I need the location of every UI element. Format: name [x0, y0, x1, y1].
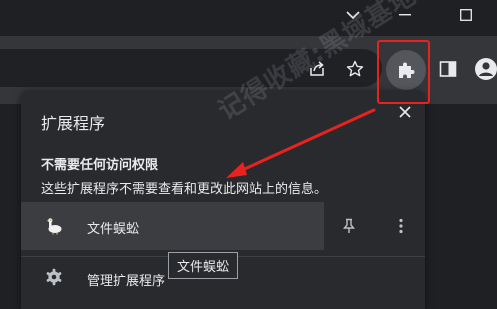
goose-icon	[45, 217, 63, 235]
pin-icon[interactable]	[339, 216, 359, 236]
manage-extensions-label: 管理扩展程序	[87, 274, 166, 289]
bookmark-star-icon[interactable]	[341, 55, 369, 83]
popup-title: 扩展程序	[41, 114, 106, 133]
side-panel-icon[interactable]	[434, 55, 462, 83]
section-description: 这些扩展程序不需要查看和更改此网站上的信息。	[41, 182, 328, 197]
extension-name: 文件蜈蚣	[87, 222, 140, 237]
window-titlebar	[0, 0, 497, 36]
share-icon[interactable]	[303, 55, 331, 83]
section-heading: 不需要任何访问权限	[41, 158, 159, 173]
gear-icon	[45, 268, 65, 288]
extension-name-tooltip: 文件蜈蚣	[168, 252, 239, 279]
tab-search-chevron-down-icon[interactable]	[333, 0, 373, 30]
minimize-button[interactable]	[385, 0, 425, 30]
profile-icon[interactable]	[472, 55, 497, 83]
extensions-puzzle-icon	[399, 62, 415, 78]
more-options-icon[interactable]	[391, 216, 411, 236]
maximize-button[interactable]	[446, 0, 486, 30]
close-icon[interactable]	[395, 102, 415, 122]
extension-row-hover-bg	[21, 202, 324, 250]
extension-row[interactable]: 文件蜈蚣	[21, 202, 425, 250]
extensions-button[interactable]	[386, 50, 426, 90]
